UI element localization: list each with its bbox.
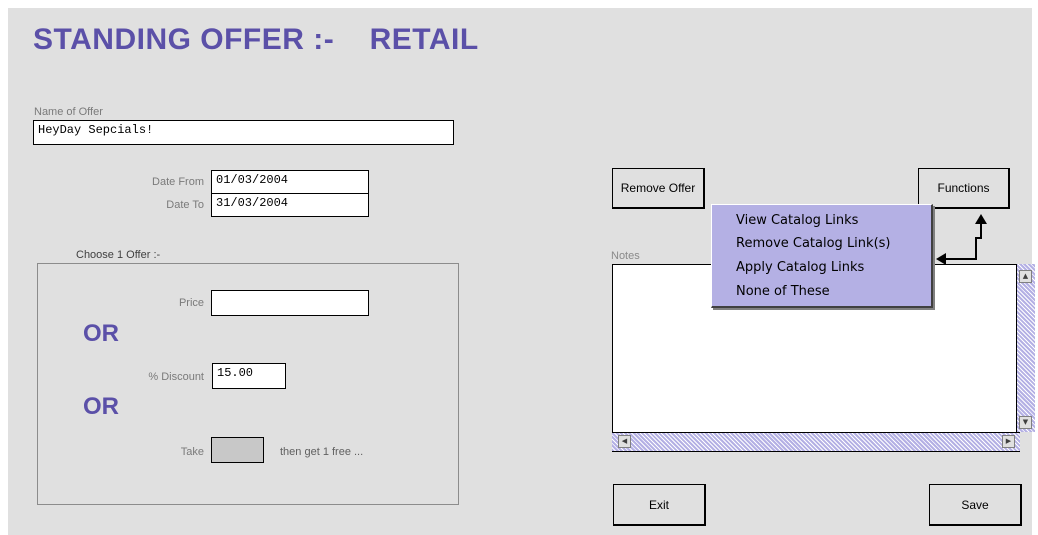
price-field[interactable] [211, 290, 369, 316]
date-to-label: Date To [166, 199, 204, 211]
page-title: STANDING OFFER :- RETAIL [33, 23, 479, 56]
scroll-down-icon[interactable]: ▼ [1019, 416, 1032, 429]
or-separator-1: OR [83, 320, 119, 347]
price-label: Price [178, 297, 204, 309]
offer-name-field[interactable]: HeyDay Sepcials! [33, 120, 454, 145]
discount-field[interactable]: 15.00 [212, 363, 286, 389]
scroll-up-icon[interactable]: ▲ [1019, 270, 1032, 283]
offer-name-label: Name of Offer [34, 106, 103, 118]
save-button[interactable]: Save [929, 484, 1022, 526]
discount-label: % Discount [148, 371, 204, 383]
take-label: Take [180, 446, 204, 458]
date-from-field[interactable]: 01/03/2004 [211, 170, 369, 194]
scroll-right-icon[interactable]: ▶ [1002, 435, 1015, 448]
menu-item-view-catalog-links[interactable]: View Catalog Links [736, 213, 858, 228]
take-field[interactable] [211, 437, 264, 463]
notes-vertical-scrollbar[interactable]: ▲ ▼ [1016, 264, 1035, 432]
menu-pointer-arrow-icon [936, 214, 987, 265]
date-from-label: Date From [152, 176, 204, 188]
menu-item-none-of-these[interactable]: None of These [736, 284, 830, 299]
functions-button[interactable]: Functions [918, 168, 1010, 209]
or-separator-2: OR [83, 393, 119, 420]
date-to-field[interactable]: 31/03/2004 [211, 193, 369, 217]
remove-offer-button[interactable]: Remove Offer [612, 168, 705, 209]
exit-button[interactable]: Exit [613, 484, 706, 526]
functions-menu: View Catalog Links Remove Catalog Link(s… [711, 204, 933, 308]
notes-label: Notes [611, 250, 640, 262]
menu-item-remove-catalog-links[interactable]: Remove Catalog Link(s) [736, 236, 890, 251]
choose-offer-title: Choose 1 Offer :- [62, 249, 175, 261]
then-get-free-label: then get 1 free ... [280, 446, 364, 458]
scroll-left-icon[interactable]: ◀ [618, 435, 631, 448]
notes-horizontal-scrollbar[interactable]: ◀ ▶ [612, 432, 1020, 451]
menu-item-apply-catalog-links[interactable]: Apply Catalog Links [736, 260, 864, 275]
